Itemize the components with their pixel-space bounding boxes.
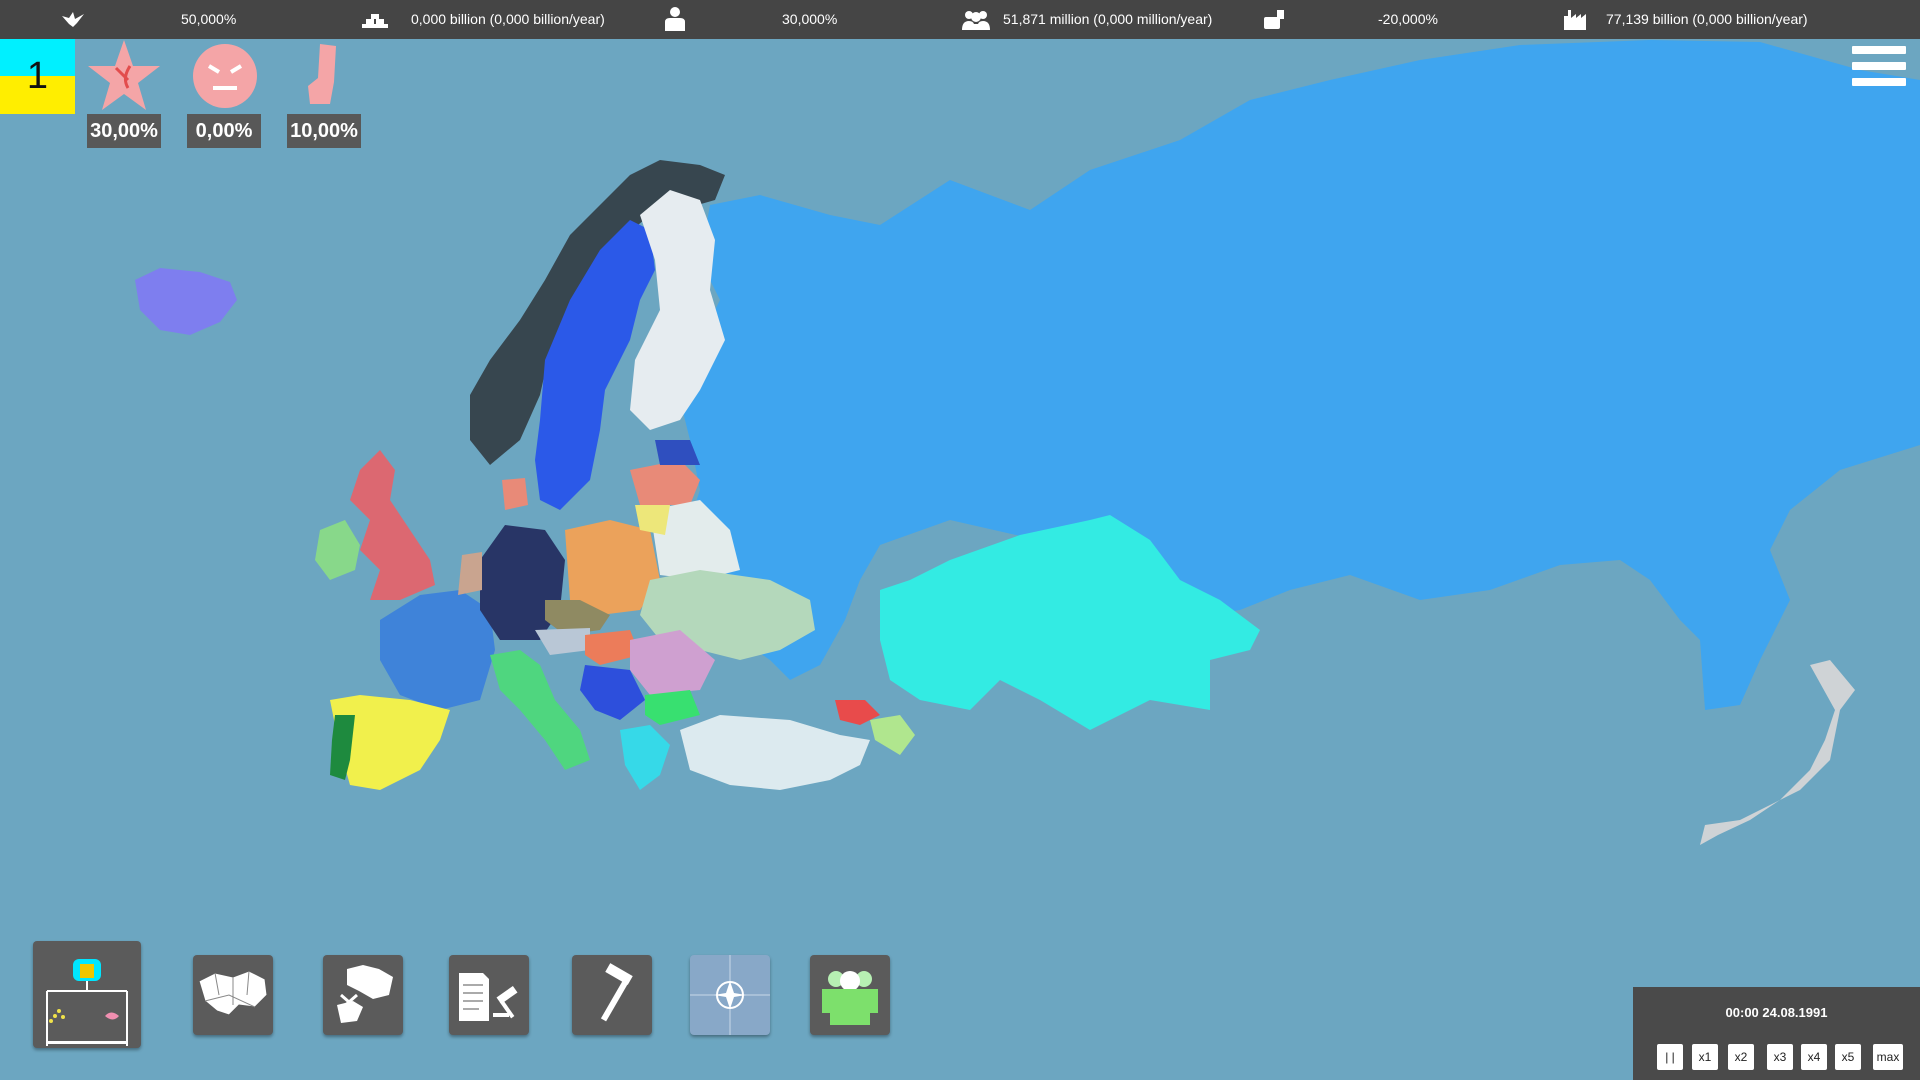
angry-face-icon[interactable] — [191, 42, 259, 110]
laws-button[interactable] — [449, 955, 529, 1035]
speed-x3-button[interactable]: x3 — [1767, 1044, 1793, 1070]
italy-region[interactable] — [490, 650, 590, 770]
communism-star-icon[interactable] — [86, 38, 162, 114]
menu-bar — [1852, 78, 1906, 86]
build-button[interactable] — [572, 955, 652, 1035]
ireland-region[interactable] — [315, 520, 360, 580]
bulgaria-region[interactable] — [645, 690, 700, 725]
hammer-icon — [600, 963, 633, 1022]
menu-bar — [1852, 62, 1906, 70]
world-map[interactable] — [0, 39, 1920, 1080]
nato-icon — [690, 955, 770, 1035]
fist-value: 10,00% — [287, 114, 361, 148]
time-panel: 00:00 24.08.1991 | | x1 x2 x3 x4 x5 max — [1633, 987, 1920, 1080]
main-menu-button[interactable] — [1852, 46, 1906, 98]
speed-max-button[interactable]: max — [1873, 1044, 1903, 1070]
population-button[interactable] — [810, 955, 890, 1035]
benelux-region[interactable] — [458, 552, 482, 595]
election-icon — [46, 959, 128, 1046]
greece-region[interactable] — [620, 725, 670, 790]
game-clock: 00:00 24.08.1991 — [1725, 1005, 1828, 1020]
unemployment-value: 30,000% — [782, 11, 838, 27]
regions-button[interactable] — [193, 955, 273, 1035]
speed-x5-button[interactable]: x5 — [1835, 1044, 1861, 1070]
law-gavel-icon — [459, 973, 518, 1021]
war-map-icon — [337, 965, 393, 1023]
menu-bar — [1852, 46, 1906, 54]
denmark-region[interactable] — [502, 478, 528, 510]
regions-map-icon — [198, 970, 268, 1016]
war-button[interactable] — [323, 955, 403, 1035]
speed-x4-button[interactable]: x4 — [1801, 1044, 1827, 1070]
dove-icon — [62, 12, 84, 27]
uk-region[interactable] — [350, 450, 435, 600]
fist-icon[interactable] — [300, 42, 348, 110]
top-status-bar: 50,000% 0,000 billion (0,000 billion/yea… — [0, 0, 1920, 39]
gold-bars-icon — [362, 14, 388, 28]
stability-value: 50,000% — [181, 11, 237, 27]
factory-icon — [1564, 10, 1586, 30]
people-icon — [822, 971, 878, 1025]
angry-value: 0,00% — [187, 114, 261, 148]
russia-region[interactable] — [680, 40, 1920, 710]
player-flag[interactable]: 1 — [0, 39, 75, 114]
speed-x2-button[interactable]: x2 — [1728, 1044, 1754, 1070]
budget-value: -20,000% — [1378, 11, 1438, 27]
austria-region[interactable] — [535, 628, 590, 655]
population-value: 51,871 million (0,000 million/year) — [1003, 11, 1213, 27]
turkey-region[interactable] — [680, 715, 870, 790]
iceland-region[interactable] — [135, 268, 237, 335]
baltics-region[interactable] — [630, 460, 700, 505]
gdp-value: 77,139 billion (0,000 billion/year) — [1606, 11, 1808, 27]
person-icon — [665, 7, 685, 31]
speed-x1-button[interactable]: x1 — [1692, 1044, 1718, 1070]
budget-icon — [1264, 10, 1284, 29]
france-region[interactable] — [380, 590, 495, 710]
elections-button[interactable] — [33, 941, 141, 1048]
communism-value: 30,00% — [87, 114, 161, 148]
azerbaijan-region[interactable] — [870, 715, 915, 755]
population-icon — [962, 11, 990, 30]
pause-button[interactable]: | | — [1657, 1044, 1683, 1070]
alliance-button[interactable] — [690, 955, 770, 1035]
player-number: 1 — [26, 55, 49, 97]
treasury-value: 0,000 billion (0,000 billion/year) — [411, 11, 605, 27]
